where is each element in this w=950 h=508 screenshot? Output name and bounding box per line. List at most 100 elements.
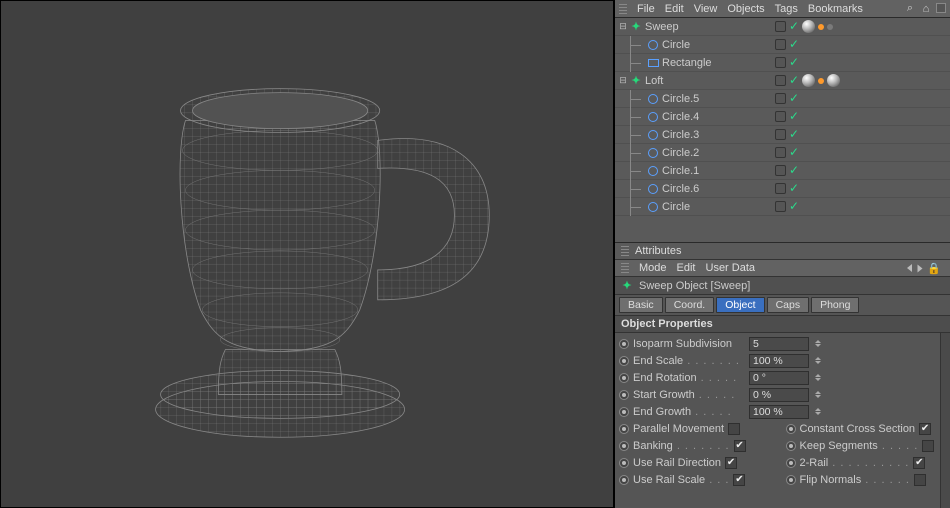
- tree-item-label[interactable]: Circle.4: [662, 111, 699, 123]
- tree-item-label[interactable]: Circle: [662, 201, 690, 213]
- prop-toggle[interactable]: [619, 390, 629, 400]
- enable-check-icon[interactable]: ✓: [789, 39, 799, 50]
- enable-check-icon[interactable]: ✓: [789, 165, 799, 176]
- prop-toggle[interactable]: [619, 424, 629, 434]
- prop-toggle[interactable]: [619, 356, 629, 366]
- constcross-checkbox[interactable]: ✔: [919, 423, 931, 435]
- prop-toggle[interactable]: [619, 458, 629, 468]
- userail-checkbox[interactable]: ✔: [725, 457, 737, 469]
- panel-grip-icon[interactable]: [621, 246, 629, 256]
- layer-dot-icon[interactable]: [775, 183, 786, 194]
- enable-check-icon[interactable]: ✓: [789, 21, 799, 32]
- spinner-icon[interactable]: [815, 337, 823, 351]
- panel-undock-icon[interactable]: [936, 3, 946, 13]
- prop-toggle[interactable]: [786, 458, 796, 468]
- parallel-checkbox[interactable]: [728, 423, 740, 435]
- tag-dot-icon[interactable]: [818, 78, 824, 84]
- layer-dot-icon[interactable]: [775, 165, 786, 176]
- enable-check-icon[interactable]: ✓: [789, 201, 799, 212]
- tab-phong[interactable]: Phong: [811, 297, 859, 313]
- prop-toggle[interactable]: [786, 475, 796, 485]
- object-tree[interactable]: ⊟✦Sweep✓Circle✓Rectangle✓⊟✦Loft✓Circle.5…: [615, 18, 950, 243]
- prop-toggle[interactable]: [619, 339, 629, 349]
- layer-dot-icon[interactable]: [775, 57, 786, 68]
- tree-item-label[interactable]: Circle.5: [662, 93, 699, 105]
- material-tag-icon[interactable]: [802, 20, 815, 33]
- prop-toggle[interactable]: [619, 407, 629, 417]
- enable-check-icon[interactable]: ✓: [789, 57, 799, 68]
- endgrow-field[interactable]: 100 %: [749, 405, 809, 419]
- tree-row[interactable]: ⊟✦Loft✓: [615, 72, 950, 90]
- prop-toggle[interactable]: [619, 373, 629, 383]
- menu-tags[interactable]: Tags: [775, 3, 798, 15]
- tree-item-label[interactable]: Circle.2: [662, 147, 699, 159]
- nav-back-icon[interactable]: [907, 264, 912, 272]
- enable-check-icon[interactable]: ✓: [789, 183, 799, 194]
- layer-dot-icon[interactable]: [775, 129, 786, 140]
- tree-row[interactable]: Circle ✓: [615, 36, 950, 54]
- material-tag-icon[interactable]: [827, 74, 840, 87]
- prop-toggle[interactable]: [619, 441, 629, 451]
- tree-item-label[interactable]: Circle.1: [662, 165, 699, 177]
- layer-dot-icon[interactable]: [775, 75, 786, 86]
- spinner-icon[interactable]: [815, 354, 823, 368]
- tree-row[interactable]: ⊟✦Sweep✓: [615, 18, 950, 36]
- tworail-checkbox[interactable]: ✔: [913, 457, 925, 469]
- viewport[interactable]: [0, 0, 614, 508]
- tree-item-label[interactable]: Sweep: [645, 21, 679, 33]
- prop-toggle[interactable]: [619, 475, 629, 485]
- home-icon[interactable]: ⌂: [920, 3, 932, 15]
- tree-item-label[interactable]: Circle.6: [662, 183, 699, 195]
- tree-item-label[interactable]: Rectangle: [662, 57, 712, 69]
- enable-check-icon[interactable]: ✓: [789, 75, 799, 86]
- tab-object[interactable]: Object: [716, 297, 764, 313]
- lock-icon[interactable]: 🔒: [928, 262, 940, 274]
- spinner-icon[interactable]: [815, 371, 823, 385]
- menu-view[interactable]: View: [694, 3, 718, 15]
- tree-item-label[interactable]: Circle.3: [662, 129, 699, 141]
- attr-menu-mode[interactable]: Mode: [639, 262, 667, 274]
- flipnorm-checkbox[interactable]: [914, 474, 926, 486]
- tab-caps[interactable]: Caps: [767, 297, 810, 313]
- enable-check-icon[interactable]: ✓: [789, 147, 799, 158]
- layer-dot-icon[interactable]: [775, 39, 786, 50]
- tree-row[interactable]: Rectangle ✓: [615, 54, 950, 72]
- spinner-icon[interactable]: [815, 388, 823, 402]
- enable-check-icon[interactable]: ✓: [789, 111, 799, 122]
- layer-dot-icon[interactable]: [775, 21, 786, 32]
- banking-checkbox[interactable]: ✔: [734, 440, 746, 452]
- prop-toggle[interactable]: [786, 441, 796, 451]
- attr-menu-userdata[interactable]: User Data: [706, 262, 756, 274]
- menu-bookmarks[interactable]: Bookmarks: [808, 3, 863, 15]
- tag-dot-icon[interactable]: [827, 24, 833, 30]
- tree-row[interactable]: Circle ✓: [615, 198, 950, 216]
- tree-row[interactable]: Circle.6 ✓: [615, 180, 950, 198]
- tab-coord[interactable]: Coord.: [665, 297, 715, 313]
- keepseg-checkbox[interactable]: [922, 440, 934, 452]
- tab-basic[interactable]: Basic: [619, 297, 663, 313]
- attr-menu-edit[interactable]: Edit: [677, 262, 696, 274]
- tree-row[interactable]: Circle.5 ✓: [615, 90, 950, 108]
- search-icon[interactable]: ⌕: [904, 3, 916, 15]
- tag-dot-icon[interactable]: [818, 24, 824, 30]
- menu-edit[interactable]: Edit: [665, 3, 684, 15]
- enable-check-icon[interactable]: ✓: [789, 93, 799, 104]
- endrot-field[interactable]: 0 °: [749, 371, 809, 385]
- menu-objects[interactable]: Objects: [727, 3, 764, 15]
- endscale-field[interactable]: 100 %: [749, 354, 809, 368]
- enable-check-icon[interactable]: ✓: [789, 129, 799, 140]
- layer-dot-icon[interactable]: [775, 93, 786, 104]
- prop-toggle[interactable]: [786, 424, 796, 434]
- tree-row[interactable]: Circle.4 ✓: [615, 108, 950, 126]
- tree-row[interactable]: Circle.3 ✓: [615, 126, 950, 144]
- tree-item-label[interactable]: Circle: [662, 39, 690, 51]
- layer-dot-icon[interactable]: [775, 201, 786, 212]
- layer-dot-icon[interactable]: [775, 111, 786, 122]
- scrollbar[interactable]: [940, 333, 950, 508]
- expand-icon[interactable]: ⊟: [619, 75, 627, 86]
- spinner-icon[interactable]: [815, 405, 823, 419]
- startgrow-field[interactable]: 0 %: [749, 388, 809, 402]
- isoparm-field[interactable]: 5: [749, 337, 809, 351]
- userailscale-checkbox[interactable]: ✔: [733, 474, 745, 486]
- layer-dot-icon[interactable]: [775, 147, 786, 158]
